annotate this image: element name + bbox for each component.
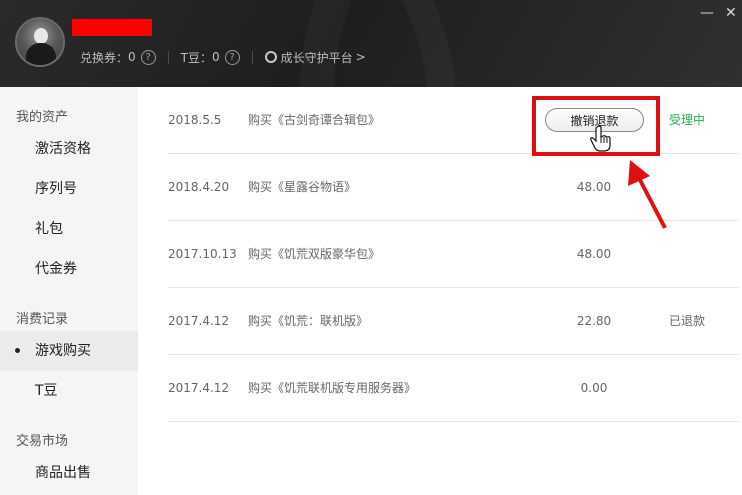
purchase-date: 2017.10.13 — [168, 247, 237, 261]
sidebar-item-game-purchase[interactable]: 游戏购买 — [0, 331, 138, 371]
sidebar-item-label: 游戏购买 — [35, 343, 91, 359]
minimize-icon[interactable]: — — [700, 5, 714, 21]
tdou-value: 0 — [212, 50, 220, 64]
purchase-price: 0.00 — [580, 381, 608, 395]
sidebar: 我的资产 激活资格 序列号 礼包 代金券 消费记录 游戏购买 T豆 交易市场 商… — [0, 87, 138, 495]
sidebar-item-tdou[interactable]: T豆 — [0, 371, 138, 411]
tdou-label: T豆： — [180, 50, 212, 65]
purchase-item: 购买《饥荒双版豪华包》 — [248, 247, 381, 261]
active-indicator — [15, 348, 20, 353]
sidebar-section-spending: 消费记录 — [16, 312, 69, 327]
hand-cursor-icon — [590, 125, 611, 152]
username-redaction — [72, 19, 152, 36]
sidebar-section-assets: 我的资产 — [16, 110, 69, 125]
help-icon[interactable]: ? — [140, 49, 156, 65]
sidebar-item-gift[interactable]: 礼包 — [0, 209, 138, 249]
purchase-item: 购买《星露谷物语》 — [248, 180, 357, 194]
purchase-date: 2018.4.20 — [168, 180, 230, 194]
status-badge: 已退款 — [669, 314, 706, 328]
divider — [251, 50, 253, 64]
status-badge: 受理中 — [669, 113, 706, 127]
coupon-value: 0 — [128, 50, 136, 64]
sidebar-section-market: 交易市场 — [16, 434, 69, 449]
sidebar-item-serial[interactable]: 序列号 — [0, 169, 138, 209]
purchase-price: 22.80 — [576, 314, 612, 328]
user-header: — ✕ 兑换券： 0 ? T豆： 0 ? 成长守护平台 > — [0, 0, 742, 87]
purchase-date: 2017.4.12 — [168, 314, 230, 328]
table-row: 2017.4.12 购买《饥荒：联机版》 22.80 已退款 — [168, 288, 739, 355]
growth-platform-link[interactable]: 成长守护平台 — [281, 49, 353, 66]
purchase-date: 2017.4.12 — [168, 381, 230, 395]
sidebar-item-activation[interactable]: 激活资格 — [0, 129, 138, 169]
help-icon[interactable]: ? — [224, 49, 240, 65]
purchase-price: 48.00 — [576, 247, 612, 261]
avatar[interactable] — [15, 17, 65, 67]
sidebar-item-voucher[interactable]: 代金券 — [0, 249, 138, 289]
coupon-label: 兑换券： — [80, 50, 129, 65]
table-row: 2017.4.12 购买《饥荒联机版专用服务器》 0.00 — [168, 355, 739, 422]
divider — [167, 50, 169, 64]
purchase-item: 购买《饥荒联机版专用服务器》 — [248, 381, 417, 395]
account-stats: 兑换券： 0 ? T豆： 0 ? 成长守护平台 > — [80, 49, 366, 65]
close-icon[interactable]: ✕ — [725, 5, 737, 21]
chevron-right-icon: > — [355, 50, 366, 64]
purchase-date: 2018.5.5 — [168, 113, 222, 127]
sidebar-item-sell[interactable]: 商品出售 — [0, 453, 138, 493]
growth-platform-icon — [264, 51, 277, 63]
purchase-price: 48.00 — [576, 180, 612, 194]
avatar-head-shape — [34, 28, 48, 44]
avatar-body-shape — [26, 43, 56, 65]
annotation-arrow-icon — [628, 160, 667, 229]
purchase-item: 购买《古剑奇谭合辑包》 — [248, 113, 381, 127]
purchase-item: 购买《饥荒：联机版》 — [248, 314, 369, 328]
